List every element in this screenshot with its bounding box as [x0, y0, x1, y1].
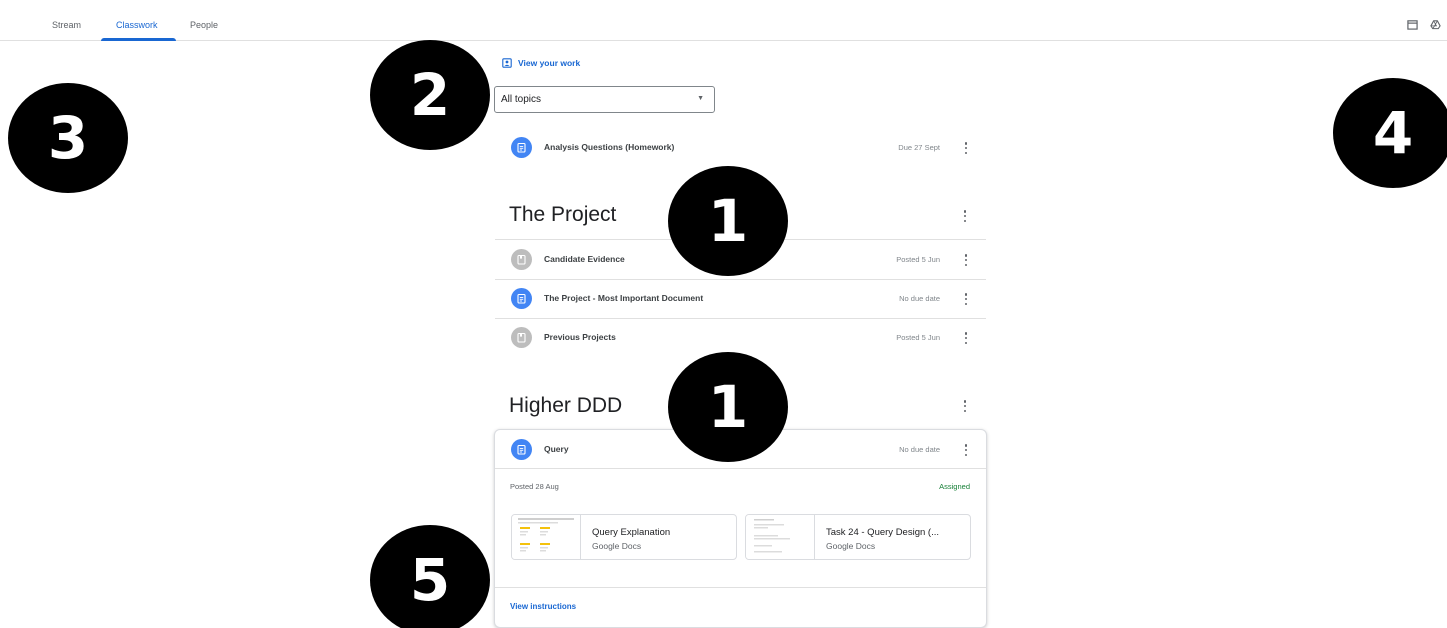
item-due-date: Posted 5 Jun: [896, 255, 940, 264]
attachment-card[interactable]: Task 24 - Query Design (... Google Docs: [745, 514, 971, 560]
divider: [495, 468, 986, 469]
more-options-icon[interactable]: [962, 141, 970, 155]
assignment-icon: [511, 288, 532, 309]
active-tab-indicator: [101, 38, 176, 41]
document-thumbnail: [512, 515, 581, 559]
topic-filter-select[interactable]: All topics ▼: [494, 86, 715, 113]
attachment-title: Task 24 - Query Design (...: [826, 527, 939, 538]
item-title: Analysis Questions (Homework): [544, 142, 675, 152]
calendar-icon[interactable]: [1407, 19, 1418, 30]
document-thumbnail: [746, 515, 815, 559]
callout-badge: 5: [370, 525, 490, 628]
attachment-title: Query Explanation: [592, 527, 671, 538]
more-options-icon[interactable]: [962, 292, 970, 306]
dropdown-arrow-icon: ▼: [697, 95, 704, 102]
classwork-item[interactable]: Analysis Questions (Homework) Due 27 Sep…: [495, 128, 986, 167]
more-options-icon[interactable]: [962, 331, 970, 345]
topic-filter-value: All topics: [501, 94, 542, 105]
callout-badge: 1: [668, 166, 788, 276]
status-badge: Assigned: [939, 482, 970, 491]
item-due-date: No due date: [899, 294, 940, 303]
item-due-date: Posted 5 Jun: [896, 333, 940, 342]
view-your-work-link[interactable]: View your work: [502, 58, 580, 68]
item-due-date: Due 27 Sept: [898, 143, 940, 152]
item-title: The Project - Most Important Document: [544, 293, 704, 303]
assignment-icon: [511, 137, 532, 158]
attachment-type: Google Docs: [592, 541, 642, 551]
item-title: Candidate Evidence: [544, 254, 625, 264]
tab-stream[interactable]: Stream: [52, 20, 81, 30]
classwork-item[interactable]: Previous Projects Posted 5 Jun: [495, 318, 986, 357]
material-icon: [511, 249, 532, 270]
topic-title: Higher DDD: [509, 394, 623, 417]
item-title: Previous Projects: [544, 332, 616, 342]
callout-badge: 2: [370, 40, 490, 150]
classwork-item[interactable]: The Project - Most Important Document No…: [495, 279, 986, 318]
topic-title: The Project: [509, 203, 617, 226]
tab-people[interactable]: People: [190, 20, 218, 30]
more-options-icon[interactable]: [962, 443, 970, 457]
callout-badge: 3: [8, 83, 128, 193]
item-due-date: No due date: [899, 445, 940, 454]
attachment-card[interactable]: Query Explanation Google Docs: [511, 514, 737, 560]
assignment-icon: [511, 439, 532, 460]
view-instructions-link[interactable]: View instructions: [510, 602, 576, 611]
drive-icon[interactable]: [1430, 19, 1441, 30]
callout-badge: 4: [1333, 78, 1447, 188]
attachment-type: Google Docs: [826, 541, 876, 551]
callout-badge: 1: [668, 352, 788, 462]
posted-date: Posted 28 Aug: [510, 482, 559, 491]
view-your-work-label: View your work: [518, 58, 581, 68]
top-nav: Stream Classwork People: [0, 0, 1447, 41]
material-icon: [511, 327, 532, 348]
item-title: Query: [544, 444, 569, 454]
topic-more-options-icon[interactable]: [961, 209, 969, 223]
person-card-icon: [502, 58, 512, 68]
divider: [495, 587, 986, 588]
tab-classwork[interactable]: Classwork: [116, 20, 158, 30]
topic-more-options-icon[interactable]: [961, 399, 969, 413]
more-options-icon[interactable]: [962, 253, 970, 267]
